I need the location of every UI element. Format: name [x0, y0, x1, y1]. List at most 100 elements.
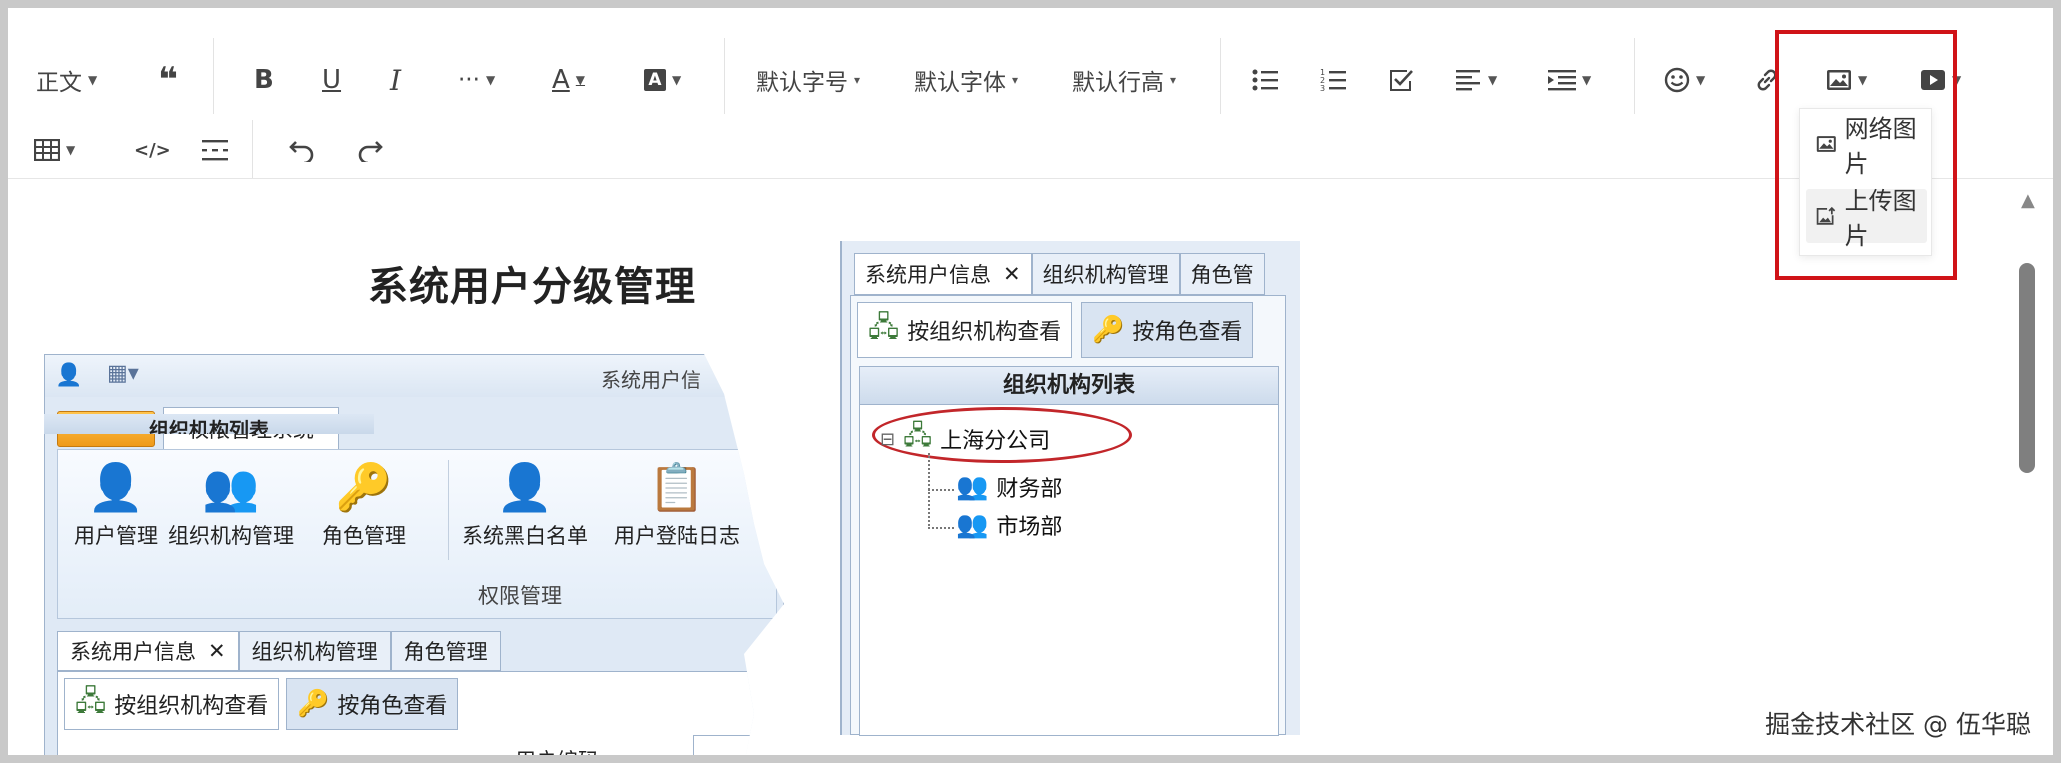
tree-node-marketing: 👥 市场部 [956, 509, 1062, 541]
code-icon: </> [134, 139, 171, 161]
insert-table-dropdown[interactable]: ▼ [34, 128, 75, 172]
toolbar-divider [1634, 38, 1635, 114]
line-height-label: 默认行高 [1072, 70, 1164, 96]
align-dropdown[interactable]: ▼ [1456, 58, 1497, 102]
tab-label: 组织机构管理 [251, 640, 378, 664]
vertical-scrollbar-thumb[interactable] [2019, 263, 2035, 473]
tree-node-label: 上海分公司 [940, 429, 1051, 454]
chevron-down-icon: ▼ [1696, 73, 1706, 87]
ribbon-button-org-management: 👥 组织机构管理 [168, 462, 294, 550]
emoji-dropdown[interactable]: ▼ [1664, 58, 1705, 102]
tree-connector [928, 489, 954, 491]
document-tabs: 系统用户信息 ✕ 组织机构管理 角色管理 [57, 631, 501, 671]
numbered-list-button[interactable]: 123 [1320, 58, 1346, 102]
org-list-header-left: 组织机构列表 [44, 414, 374, 434]
paragraph-format-dropdown[interactable]: 正文 ▼ [36, 58, 97, 102]
blockquote-button[interactable]: ❝ [158, 58, 178, 102]
user-key-icon: 🔑 [1092, 315, 1125, 345]
document-heading: 系统用户分级管理 [368, 264, 696, 310]
users-icon: 👥 [956, 472, 989, 502]
chevron-down-icon: ▼ [88, 73, 98, 87]
tree-node-finance: 👥 财务部 [956, 471, 1062, 503]
ribbon-divider [448, 460, 449, 560]
scroll-up-arrow-icon[interactable]: ▲ [2021, 190, 2035, 211]
users-icon: 👥 [956, 510, 989, 540]
org-tree-icon: 🖧 [868, 310, 900, 343]
background-color-dropdown[interactable]: A ▼ [644, 58, 681, 102]
tab-content-pane: 🖧 按组织机构查看 🔑 按角色查看 [57, 671, 777, 755]
tab-label: 角色管理 [403, 640, 488, 664]
bulleted-list-button[interactable] [1252, 58, 1278, 102]
font-family-label: 默认字体 [914, 70, 1006, 96]
underline-icon: U [322, 65, 342, 95]
ribbon-button-user-management: 👤 用户管理 [74, 462, 158, 550]
subtab-by-org: 🖧 按组织机构查看 [857, 302, 1073, 358]
toolbar-divider [213, 38, 214, 114]
org-tree-icon: 🖧 [75, 684, 107, 717]
tab-content-pane: 🖧 按组织机构查看 🔑 按角色查看 组织机构列表 ⊟ 🖧 上海分公司 👥 财务部… [850, 295, 1286, 736]
person-silhouette-icon: 👤 [496, 460, 554, 514]
subtab-label: 按角色查看 [337, 694, 448, 719]
quote-icon: ❝ [158, 60, 178, 100]
tab-role-management: 角色管 [1179, 253, 1265, 295]
svg-text:3: 3 [1320, 84, 1325, 93]
todo-list-button[interactable] [1388, 58, 1414, 102]
emoji-icon [1664, 67, 1690, 93]
user-key-icon: 👤 [55, 363, 83, 388]
bold-icon: B [254, 65, 274, 95]
font-size-dropdown[interactable]: 默认字号 ▾ [756, 58, 860, 102]
subtab-by-org: 🖧 按组织机构查看 [64, 678, 280, 730]
close-icon: ✕ [1003, 262, 1021, 286]
chevron-down-icon: ▼ [575, 73, 586, 87]
line-height-dropdown[interactable]: 默认行高 ▾ [1072, 58, 1176, 102]
tree-node-label: 财务部 [996, 477, 1063, 502]
close-icon: ✕ [208, 639, 226, 663]
editor-frame: 正文 ▼ ❝ B U I ··· ▼ A ▼ A ▼ 默认字号 ▾ 默认字体 ▾… [8, 8, 2053, 755]
horizontal-rule-icon [202, 140, 228, 161]
numbered-list-icon: 123 [1320, 68, 1346, 93]
toolbar-divider [252, 120, 253, 178]
user-icon: 👤 [87, 460, 145, 514]
org-list-panel: 组织机构列表 ⊟ 🖧 上海分公司 👥 财务部 👥 市场部 [859, 366, 1279, 736]
ribbon-button-label: 组织机构管理 [168, 524, 294, 548]
chevron-down-icon: ▼ [485, 73, 496, 87]
tab-label: 组织机构管理 [1042, 263, 1169, 287]
editor-toolbar: 正文 ▼ ❝ B U I ··· ▼ A ▼ A ▼ 默认字号 ▾ 默认字体 ▾… [8, 8, 2053, 179]
undo-icon [289, 141, 314, 162]
window-title: 系统用户信 [601, 368, 701, 392]
ribbon-button-label: 用户登陆日志 [614, 524, 740, 548]
paragraph-format-label: 正文 [36, 70, 82, 96]
font-family-dropdown[interactable]: 默认字体 ▾ [914, 58, 1018, 102]
tab-user-info: 系统用户信息 ✕ [57, 631, 239, 671]
bulleted-list-icon [1252, 69, 1278, 91]
users-icon: 👥 [202, 460, 260, 514]
ribbon-button-login-log: 📋 用户登陆日志 [614, 462, 740, 550]
align-left-icon [1456, 70, 1480, 91]
more-format-dropdown[interactable]: ··· ▼ [458, 58, 495, 102]
watermark: 掘金技术社区 @ 伍华聪 [1765, 710, 2031, 739]
more-icon: ··· [458, 67, 480, 93]
bold-button[interactable]: B [254, 58, 274, 102]
document-tabs: 系统用户信息 ✕ 组织机构管理 角色管 [854, 253, 1265, 295]
chevron-down-icon: ▼ [1488, 73, 1498, 87]
redo-button[interactable] [356, 128, 384, 172]
tab-org-management: 组织机构管理 [238, 631, 391, 671]
chevron-down-icon: ▾ [1170, 73, 1177, 87]
tree-node-shanghai-branch: ⊟ 🖧 上海分公司 [880, 417, 1050, 461]
user-code-input [693, 735, 753, 755]
underline-button[interactable]: U [322, 58, 341, 102]
divider-button[interactable] [202, 128, 228, 172]
italic-button[interactable]: I [390, 58, 401, 102]
font-color-dropdown[interactable]: A ▼ [552, 58, 585, 102]
ribbon-button-label: 系统黑白名单 [462, 524, 588, 548]
undo-button[interactable] [288, 128, 316, 172]
ribbon-button-role-management: 🔑 角色管理 [322, 462, 406, 550]
org-list-header: 组织机构列表 [860, 367, 1278, 405]
annotation-highlight-box [1775, 30, 1957, 280]
checkbox-icon [1390, 70, 1413, 91]
ribbon-panel: 👤 用户管理 👥 组织机构管理 🔑 角色管理 👤 系统黑白名单 📋 用户登陆日志… [57, 449, 777, 619]
ribbon-group-label: 权限管理 [478, 584, 562, 608]
code-block-button[interactable]: </> [134, 128, 171, 172]
table-icon [34, 139, 60, 161]
indent-dropdown[interactable]: ▼ [1548, 58, 1591, 102]
